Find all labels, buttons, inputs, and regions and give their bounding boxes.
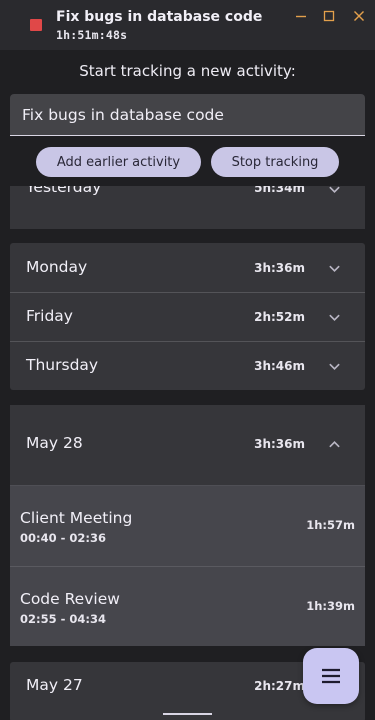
day-duration: 3h:36m <box>254 437 305 451</box>
day-duration: 2h:27m <box>254 679 305 693</box>
menu-button[interactable] <box>303 648 359 704</box>
entry-duration: 1h:39m <box>306 599 355 613</box>
day-row-may-28[interactable]: May 28 3h:36m <box>10 405 365 486</box>
close-button[interactable] <box>350 7 368 25</box>
chevron-down-icon <box>327 186 341 196</box>
day-row-thursday[interactable]: Thursday 3h:46m <box>10 341 365 390</box>
activity-list[interactable]: Yesterday 5h:34m Monday 3h:36m Friday 2h… <box>0 186 375 720</box>
entry-duration: 1h:57m <box>306 518 355 532</box>
window-title: Fix bugs in database code <box>56 9 263 25</box>
stop-tracking-button[interactable]: Stop tracking <box>211 147 339 177</box>
day-label: Yesterday <box>26 186 102 196</box>
day-card-yesterday: Yesterday 5h:34m <box>10 186 365 229</box>
day-group-card: Monday 3h:36m Friday 2h:52m Thursday 3h:… <box>10 243 365 390</box>
activity-entry[interactable]: Client Meeting 00:40 - 02:36 1h:57m <box>10 486 365 566</box>
add-earlier-activity-button[interactable]: Add earlier activity <box>36 147 201 177</box>
minimize-icon <box>296 15 306 18</box>
title-bar: Fix bugs in database code 1h:51m:48s <box>0 0 375 50</box>
chevron-up-icon <box>327 437 341 451</box>
day-duration: 2h:52m <box>254 310 305 324</box>
day-card-may-28: May 28 3h:36m Client Meeting 00:40 - 02:… <box>10 405 365 646</box>
activity-entry[interactable]: Code Review 02:55 - 04:34 1h:39m <box>10 566 365 646</box>
chevron-down-icon <box>327 310 341 324</box>
close-icon <box>354 11 364 21</box>
activity-input[interactable] <box>10 94 365 136</box>
scroll-indicator <box>163 713 212 715</box>
menu-icon <box>322 668 340 684</box>
day-label: Friday <box>26 307 73 325</box>
day-duration: 5h:34m <box>254 186 305 195</box>
elapsed-timer: 1h:51m:48s <box>56 28 128 42</box>
day-duration: 3h:36m <box>254 261 305 275</box>
minimize-button[interactable] <box>292 7 310 25</box>
day-row-monday[interactable]: Monday 3h:36m <box>10 243 365 292</box>
maximize-button[interactable] <box>320 7 338 25</box>
tracker-header: Start tracking a new activity: <box>79 62 296 80</box>
day-label: Monday <box>26 258 88 276</box>
chevron-down-icon <box>327 261 341 275</box>
entry-title: Code Review <box>20 590 120 608</box>
day-row-friday[interactable]: Friday 2h:52m <box>10 292 365 341</box>
entry-time-range: 02:55 - 04:34 <box>20 612 106 626</box>
chevron-down-icon <box>327 359 341 373</box>
day-duration: 3h:46m <box>254 359 305 373</box>
day-label: May 27 <box>26 676 83 694</box>
maximize-icon <box>323 10 335 22</box>
day-label: Thursday <box>26 356 99 374</box>
entry-title: Client Meeting <box>20 509 133 527</box>
day-label: May 28 <box>26 434 83 452</box>
day-row-yesterday[interactable]: Yesterday 5h:34m <box>10 186 365 229</box>
entry-time-range: 00:40 - 02:36 <box>20 531 106 545</box>
recording-icon <box>30 19 42 31</box>
